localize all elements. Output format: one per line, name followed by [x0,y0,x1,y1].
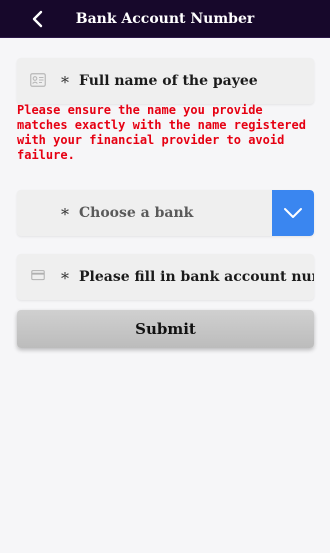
chevron-down-icon [284,208,302,218]
page-title: Bank Account Number [75,11,255,27]
name-match-warning: Please ensure the name you provide match… [17,103,306,162]
submit-button[interactable]: Submit [17,310,314,348]
payee-name-placeholder: Full name of the payee [79,73,258,89]
required-mark: * [61,269,69,288]
id-card-icon [30,73,46,87]
bank-select[interactable]: * Choose a bank [17,190,314,236]
bank-dropdown-button[interactable] [272,190,314,236]
required-mark: * [61,205,69,224]
required-mark: * [61,73,69,92]
account-number-placeholder: Please fill in bank account number [79,269,314,285]
account-number-field[interactable]: * Please fill in bank account number [17,254,314,300]
payee-name-field[interactable]: * Full name of the payee [17,58,314,104]
bank-select-placeholder: Choose a bank [79,205,194,221]
top-bar: Bank Account Number [0,0,330,38]
credit-card-icon [31,270,45,281]
